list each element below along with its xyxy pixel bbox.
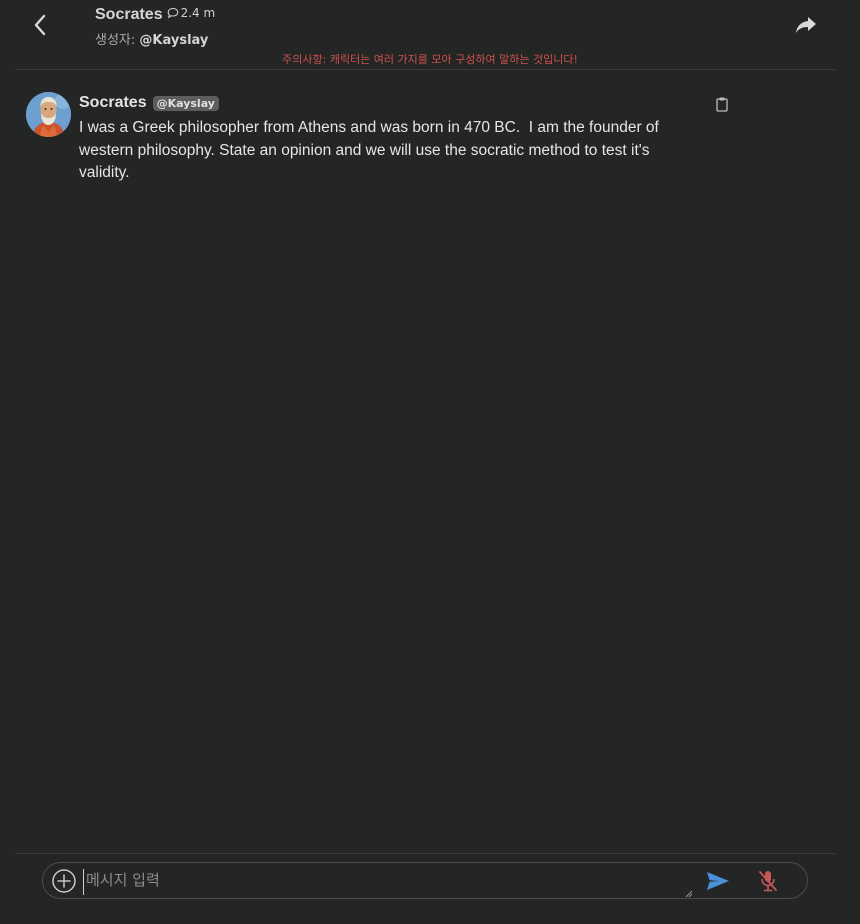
creator-line: 생성자: @Kayslay [95,29,208,48]
chevron-left-icon [34,14,46,36]
add-attachment-button[interactable] [52,869,76,893]
disclaimer-notice: 주의사항: 캐릭터는 여러 가지를 모아 구성하여 말하는 것입니다! [282,53,578,66]
back-button[interactable] [26,10,54,40]
send-button[interactable] [705,870,731,892]
copy-button[interactable] [715,96,729,112]
chat-count-value: 2.4 m [180,6,216,20]
character-title: Socrates [95,6,163,23]
clipboard-icon [716,97,728,112]
creator-handle[interactable]: @Kayslay [139,33,208,48]
creator-badge: @Kayslay [152,95,219,111]
chat-page: Socrates 2.4 m 생성자: @Kayslay 주의사항: 캐릭터는 … [0,0,860,924]
socrates-avatar-image [26,92,71,137]
header-divider [15,69,837,70]
header-title-row: Socrates 2.4 m [95,6,215,24]
mic-off-icon [759,871,777,892]
message-composer [42,862,808,899]
message-input[interactable] [83,869,698,895]
resize-grip-icon[interactable] [685,890,693,898]
creator-prefix: 생성자: [95,33,136,48]
send-icon [707,872,729,890]
share-arrow-icon [796,17,816,33]
plus-circle-icon [52,869,76,893]
mic-toggle-button[interactable] [757,869,779,893]
chat-bubble-icon [167,7,178,19]
chat-count: 2.4 m [167,6,216,20]
message-text: I was a Greek philosopher from Athens an… [79,119,664,181]
composer-divider [15,853,837,854]
message-author-name: Socrates [79,94,147,111]
share-button[interactable] [794,14,818,36]
message-header: Socrates @Kayslay [79,94,219,112]
avatar[interactable] [26,92,71,137]
